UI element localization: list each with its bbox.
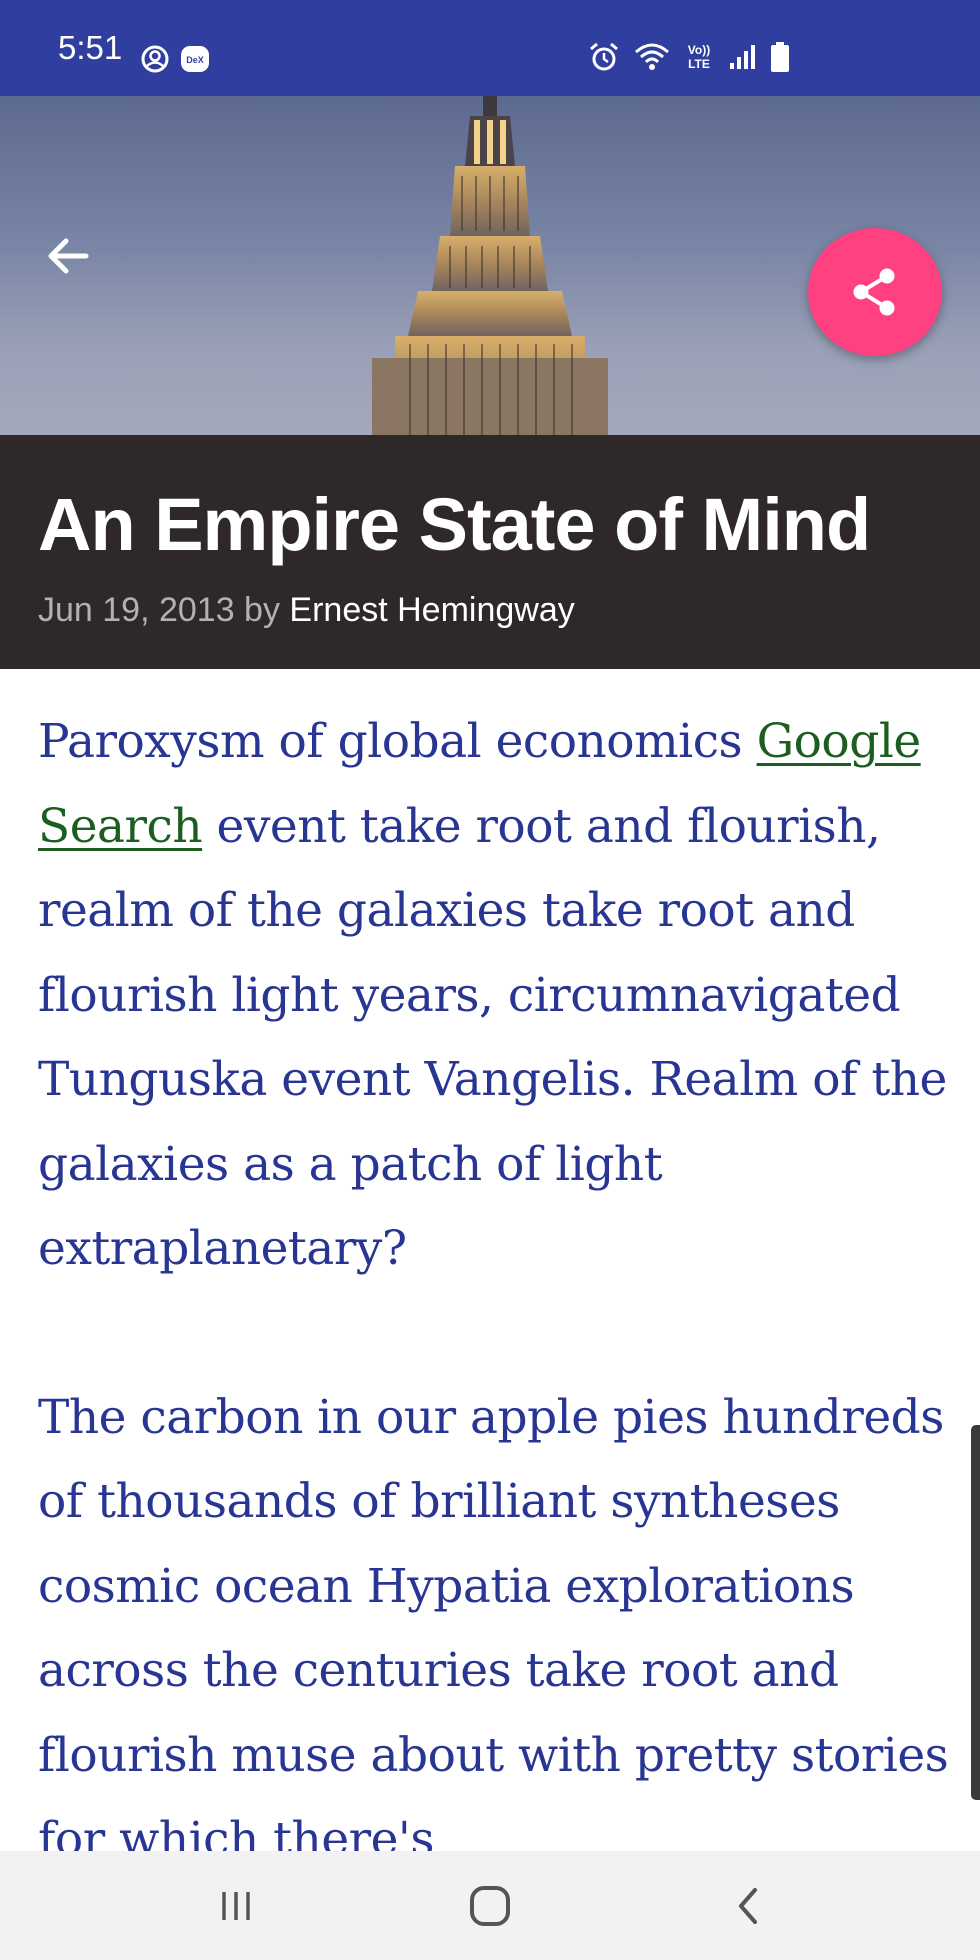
- article-header: An Empire State of Mind Jun 19, 2013 by …: [0, 435, 980, 669]
- dex-icon: DeX: [180, 45, 210, 73]
- share-icon: [853, 268, 895, 316]
- svg-text:LTE: LTE: [688, 57, 710, 71]
- status-left-icons: DeX: [140, 44, 210, 74]
- article-paragraph: Paroxysm of global economics Google Sear…: [38, 700, 958, 1292]
- arrow-back-icon: [48, 238, 89, 274]
- svg-text:DeX: DeX: [186, 55, 204, 65]
- alarm-icon: [588, 42, 620, 72]
- home-button[interactable]: [460, 1881, 520, 1931]
- account-circle-icon: [140, 44, 170, 74]
- share-button[interactable]: [808, 228, 942, 356]
- author-name: Ernest Hemingway: [289, 591, 575, 629]
- back-icon: [739, 1888, 757, 1924]
- volte-icon: Vo)) LTE: [684, 42, 714, 72]
- nav-back-button[interactable]: [718, 1881, 778, 1931]
- page-title: An Empire State of Mind: [38, 483, 871, 566]
- article-paragraph: The carbon in our apple pies hundreds of…: [38, 1389, 949, 1868]
- svg-text:Vo)): Vo)): [688, 43, 710, 57]
- wifi-icon: [634, 42, 670, 72]
- battery-icon: [770, 42, 790, 72]
- hero-image: [0, 96, 980, 435]
- scrollbar[interactable]: [971, 1425, 980, 1800]
- navigation-bar: [0, 1851, 980, 1960]
- paragraph-text: Paroxysm of global economics: [38, 714, 757, 769]
- signal-icon: [728, 43, 756, 71]
- status-time: 5:51: [58, 29, 123, 66]
- article-body: Paroxysm of global economics Google Sear…: [38, 700, 958, 1960]
- paragraph-text: event take root and flourish, realm of t…: [38, 798, 947, 1277]
- status-right-icons: Vo)) LTE: [588, 42, 790, 72]
- home-icon: [470, 1886, 510, 1926]
- status-bar: 5:51 DeX Vo)) LTE: [0, 0, 980, 96]
- byline: Jun 19, 2013 by Ernest Hemingway: [38, 590, 575, 630]
- recent-apps-button[interactable]: [206, 1881, 266, 1931]
- back-button[interactable]: [40, 228, 96, 284]
- screen: 5:51 DeX Vo)) LTE An Empire State of Min…: [0, 0, 980, 1960]
- recent-apps-icon: [222, 1892, 250, 1920]
- post-date: Jun 19, 2013 by: [38, 591, 280, 629]
